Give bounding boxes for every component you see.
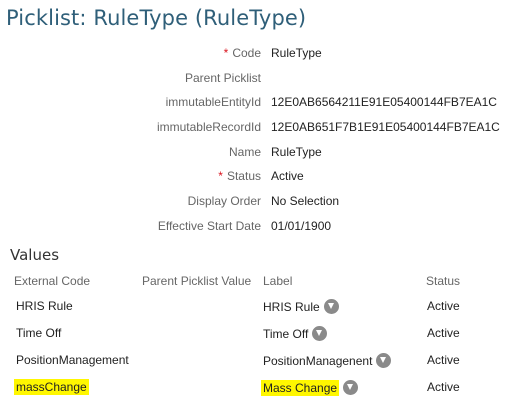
- column-header-label: Label: [263, 274, 293, 288]
- external-code-cell: massChange: [14, 379, 89, 395]
- field-row-status: * Status Active: [0, 165, 528, 187]
- label-cell: HRIS Rule: [263, 299, 339, 314]
- field-label-text: Code: [232, 46, 261, 60]
- field-row-immutable-entity-id: immutableEntityId 12E0AB6564211E91E05400…: [0, 91, 528, 113]
- field-label-text: Status: [226, 169, 261, 183]
- field-value: RuleType: [271, 46, 322, 60]
- table-row: HRIS Rule HRIS Rule Active: [0, 293, 528, 319]
- field-label: * Code: [224, 46, 261, 60]
- field-row-parent-picklist: Parent Picklist: [0, 67, 528, 89]
- highlighted-text: massChange: [14, 379, 89, 395]
- external-code-cell: PositionManagement: [16, 353, 129, 367]
- label-cell: Time Off: [263, 326, 328, 341]
- table-row: PositionManagement PositionManagenent Ac…: [0, 347, 528, 373]
- field-row-name: Name RuleType: [0, 141, 528, 163]
- column-header-external-code: External Code: [14, 274, 91, 288]
- field-label: Effective Start Date: [157, 219, 261, 233]
- external-code-cell: Time Off: [16, 326, 62, 340]
- field-value: Active: [271, 169, 304, 183]
- field-value: 12E0AB651F7B1E91E05400144FB7EA1C: [271, 120, 500, 134]
- external-code-cell: HRIS Rule: [16, 299, 73, 313]
- field-label: immutableRecordId: [156, 120, 261, 134]
- status-cell: Active: [427, 299, 460, 313]
- field-value: 01/01/1900: [271, 219, 332, 233]
- status-cell: Active: [427, 380, 460, 394]
- field-row-code: * Code RuleType: [0, 42, 528, 64]
- required-marker: *: [218, 169, 223, 183]
- field-value: No Selection: [271, 194, 340, 208]
- chevron-down-icon[interactable]: [323, 299, 339, 314]
- table-row: Time Off Time Off Active: [0, 320, 528, 346]
- status-cell: Active: [427, 326, 460, 340]
- label-cell: Mass Change: [261, 380, 359, 396]
- chevron-down-icon[interactable]: [343, 380, 359, 395]
- field-label: * Status: [218, 169, 261, 183]
- column-header-parent-value: Parent Picklist Value: [142, 274, 252, 288]
- label-text: HRIS Rule: [263, 300, 320, 314]
- field-label: Parent Picklist: [184, 71, 261, 85]
- field-row-display-order: Display Order No Selection: [0, 190, 528, 212]
- highlighted-text: Mass Change: [261, 380, 340, 396]
- chevron-down-icon[interactable]: [312, 326, 328, 341]
- field-value: 12E0AB6564211E91E05400144FB7EA1C: [271, 95, 497, 109]
- table-row: massChange Mass Change Active: [0, 374, 528, 400]
- field-label: Name: [228, 145, 261, 159]
- status-cell: Active: [427, 353, 460, 367]
- chevron-down-icon[interactable]: [376, 353, 392, 368]
- label-text: PositionManagenent: [263, 354, 373, 368]
- required-marker: *: [223, 46, 229, 60]
- values-section-title: Values: [10, 246, 60, 264]
- field-value: RuleType: [271, 145, 322, 159]
- field-row-effective-start-date: Effective Start Date 01/01/1900: [0, 215, 528, 237]
- page-title: Picklist: RuleType (RuleType): [6, 6, 307, 30]
- field-row-immutable-record-id: immutableRecordId 12E0AB651F7B1E91E05400…: [0, 116, 528, 138]
- column-header-status: Status: [426, 274, 461, 288]
- field-label: Display Order: [187, 194, 261, 208]
- field-label: immutableEntityId: [165, 95, 261, 109]
- label-text: Time Off: [263, 327, 309, 341]
- label-cell: PositionManagenent: [263, 353, 392, 368]
